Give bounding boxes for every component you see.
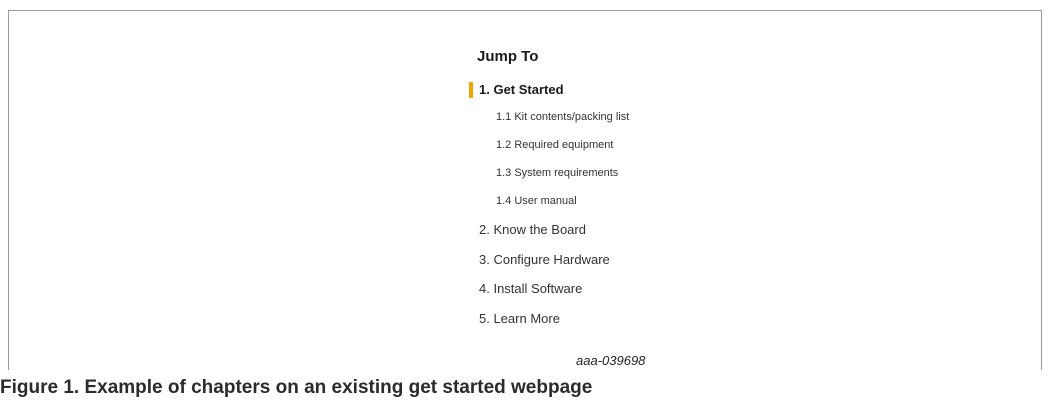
active-indicator-bar [469, 82, 473, 98]
chapter-configure-hardware[interactable]: 3. Configure Hardware [469, 245, 769, 275]
subitem-label: 1.4 User manual [496, 195, 577, 207]
chapter-install-software[interactable]: 4. Install Software [469, 274, 769, 304]
chapter-label: 5. Learn More [479, 310, 560, 326]
figure-caption: Figure 1. Example of chapters on an exis… [0, 377, 593, 398]
subitem-kit-contents[interactable]: 1.1 Kit contents/packing list [469, 103, 769, 131]
subitem-label: 1.3 System requirements [496, 167, 619, 179]
subitem-required-equipment[interactable]: 1.2 Required equipment [469, 131, 769, 159]
chapter-label: 3. Configure Hardware [479, 251, 610, 267]
subitem-user-manual[interactable]: 1.4 User manual [469, 187, 769, 215]
subitem-label: 1.1 Kit contents/packing list [496, 111, 630, 123]
chapter-know-the-board[interactable]: 2. Know the Board [469, 215, 769, 245]
chapter-learn-more[interactable]: 5. Learn More [469, 304, 769, 334]
subitem-system-requirements[interactable]: 1.3 System requirements [469, 159, 769, 187]
chapter-get-started[interactable]: 1. Get Started [469, 79, 769, 101]
chapter-label: 1. Get Started [479, 82, 564, 97]
figure-id: aaa-039698 [576, 353, 646, 368]
figure-frame: Jump To 1. Get Started 1.1 Kit contents/… [8, 10, 1042, 370]
chapter-label: 4. Install Software [479, 281, 583, 296]
chapter-label: 2. Know the Board [479, 222, 586, 237]
subitem-label: 1.2 Required equipment [496, 139, 614, 151]
chapter-navigation: 1. Get Started 1.1 Kit contents/packing … [469, 79, 769, 333]
jump-to-heading: Jump To [477, 48, 539, 65]
